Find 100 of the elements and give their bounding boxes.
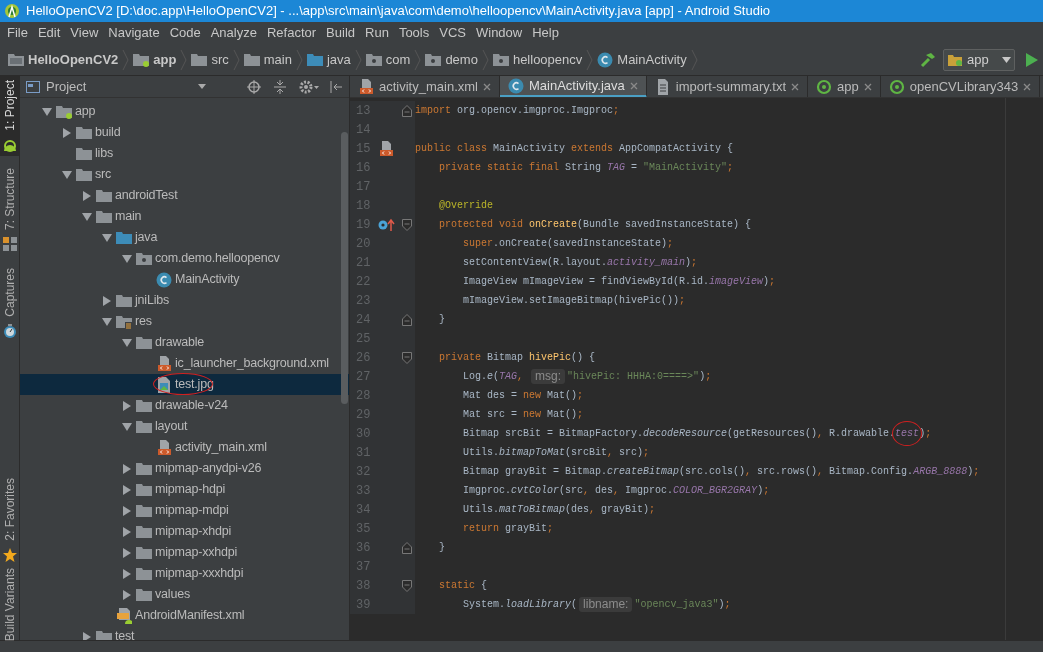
breadcrumb[interactable]: helloopencv [492,47,583,72]
close-icon[interactable] [791,83,800,91]
tree-item[interactable]: res [20,311,349,332]
menu-item[interactable]: File [2,22,33,44]
parameter-hint: libname: [579,597,633,612]
menu-item[interactable]: Refactor [261,22,322,44]
tool-window-tab[interactable]: Build Variants [0,564,20,640]
tree-item[interactable]: mipmap-hdpi [20,479,349,500]
fold-marker-icon[interactable] [402,313,412,326]
menu-item[interactable]: Build [321,22,360,44]
expanded-arrow-icon[interactable] [101,315,113,328]
breadcrumb[interactable]: src [191,47,229,72]
tool-window-tab[interactable]: 7: Structure [0,164,20,256]
fold-marker-icon[interactable] [402,579,412,592]
settings-icon[interactable] [299,79,319,94]
fold-marker-icon[interactable] [402,104,412,117]
collapsed-arrow-icon[interactable] [121,399,133,412]
expanded-arrow-icon[interactable] [101,231,113,244]
run-configuration-dropdown[interactable]: app [943,48,1015,71]
close-icon[interactable] [1023,83,1032,91]
breadcrumb[interactable]: java [306,47,351,72]
expanded-arrow-icon[interactable] [61,168,73,181]
menu-item[interactable]: Help [527,22,564,44]
collapse-all-icon[interactable] [273,79,287,94]
tree-item[interactable]: mipmap-xhdpi [20,521,349,542]
collapsed-arrow-icon[interactable] [121,525,133,538]
expanded-arrow-icon[interactable] [41,105,53,118]
collapsed-arrow-icon[interactable] [81,630,93,640]
tree-item[interactable]: androidTest [20,185,349,206]
folder-icon [136,502,152,519]
menu-item[interactable]: Tools [393,22,435,44]
tree-item[interactable]: mipmap-anydpi-v26 [20,458,349,479]
tree-item[interactable]: mipmap-xxhdpi [20,542,349,563]
project-view-dropdown[interactable]: Project [46,76,206,97]
menu-item[interactable]: View [65,22,104,44]
expanded-arrow-icon[interactable] [81,210,93,223]
close-icon[interactable] [863,83,872,91]
layout-link-icon[interactable] [378,140,394,157]
menu-item[interactable]: Navigate [103,22,165,44]
override-marker-icon[interactable] [378,217,396,232]
collapsed-arrow-icon[interactable] [121,588,133,601]
fold-marker-icon[interactable] [402,218,412,231]
scrollbar-thumb[interactable] [341,132,348,404]
menu-item[interactable]: Window [470,22,528,44]
tree-item[interactable]: layout [20,416,349,437]
tool-window-tab[interactable]: 1: Project [0,76,20,156]
breadcrumb[interactable]: com [365,47,411,72]
breadcrumb[interactable]: HelloOpenCV2 [8,47,119,72]
tree-item[interactable]: mipmap-mdpi [20,500,349,521]
expanded-arrow-icon[interactable] [121,336,133,349]
close-icon[interactable] [629,81,638,90]
tree-item[interactable]: main [20,206,349,227]
collapsed-arrow-icon[interactable] [61,126,73,139]
tree-item[interactable]: AndroidManifest.xml [20,605,349,626]
tree-item[interactable]: libs [20,143,349,164]
collapsed-arrow-icon[interactable] [121,504,133,517]
folder-icon [76,145,92,162]
collapsed-arrow-icon[interactable] [121,483,133,496]
menu-item[interactable]: VCS [434,22,471,44]
menu-item[interactable]: Analyze [205,22,262,44]
code-line: private static final String TAG = "MainActivity"; [438,161,734,175]
tree-item[interactable]: src [20,164,349,185]
target-icon[interactable] [247,79,261,94]
fold-marker-icon[interactable] [402,351,412,364]
tool-window-tab[interactable]: 2: Favorites [0,474,20,558]
tree-item[interactable]: ic_launcher_background.xml [20,353,349,374]
collapsed-arrow-icon[interactable] [121,567,133,580]
tree-item[interactable]: drawable [20,332,349,353]
fold-marker-icon[interactable] [402,541,412,554]
tree-item[interactable]: values [20,584,349,605]
collapsed-arrow-icon[interactable] [121,546,133,559]
menu-item[interactable]: Edit [32,22,66,44]
hammer-icon[interactable] [919,50,937,69]
tree-item[interactable]: activity_main.xml [20,437,349,458]
expanded-arrow-icon[interactable] [121,420,133,433]
tree-item[interactable]: jniLibs [20,290,349,311]
breadcrumb[interactable]: main [243,47,292,72]
tree-item[interactable]: MainActivity [20,269,349,290]
tree-item[interactable]: drawable-v24 [20,395,349,416]
tree-item[interactable]: test [20,626,349,640]
tree-item[interactable]: mipmap-xxxhdpi [20,563,349,584]
breadcrumb[interactable]: app [133,47,177,72]
breadcrumb[interactable]: MainActivity [597,47,687,72]
editor-tab[interactable]: MainActivity.java [499,76,647,97]
breadcrumb[interactable]: demo [425,47,478,72]
tree-item[interactable]: com.demo.helloopencv [20,248,349,269]
tree-item[interactable]: build [20,122,349,143]
menu-item[interactable]: Run [360,22,394,44]
tree-item[interactable]: java [20,227,349,248]
tool-window-tab[interactable]: Captures [0,264,20,348]
collapsed-arrow-icon[interactable] [121,462,133,475]
expanded-arrow-icon[interactable] [121,252,133,265]
collapsed-arrow-icon[interactable] [101,294,113,307]
collapsed-arrow-icon[interactable] [81,189,93,202]
hide-panel-icon[interactable] [329,79,343,94]
run-icon[interactable] [1025,51,1039,68]
tree-item[interactable]: app [20,101,349,122]
close-icon[interactable] [482,83,491,91]
star-icon [2,546,18,563]
menu-item[interactable]: Code [164,22,206,44]
